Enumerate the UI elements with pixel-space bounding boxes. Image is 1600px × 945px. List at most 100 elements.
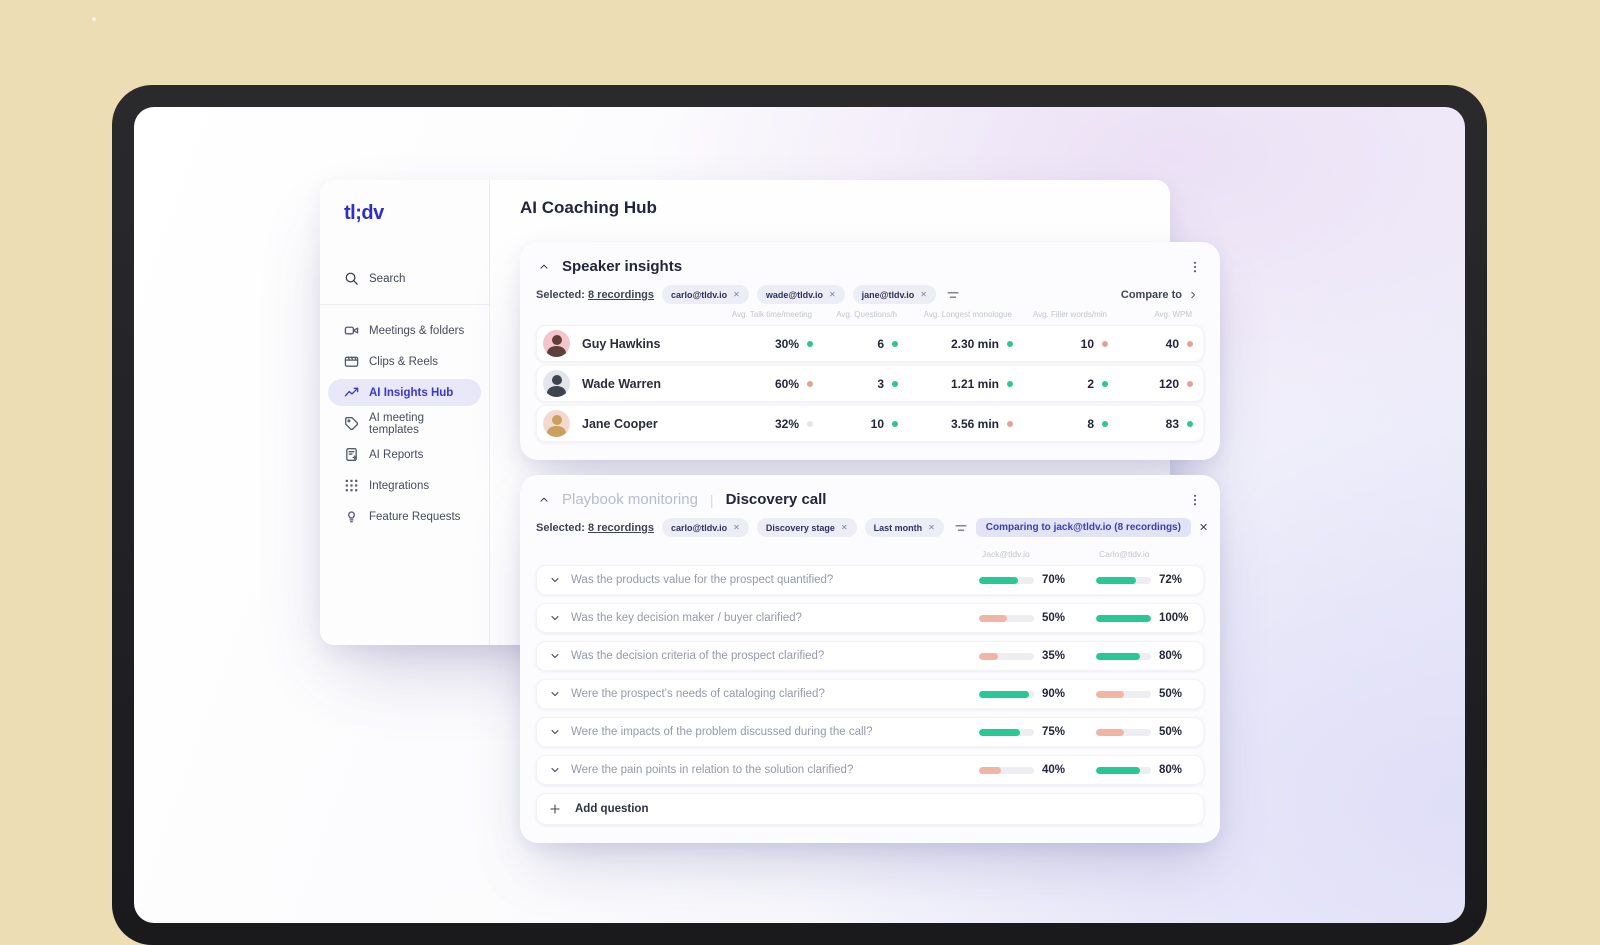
metric-cell: 3: [813, 377, 898, 391]
column-header: Jack@tldv.io: [982, 549, 1030, 559]
question-text: Were the pain points in relation to the …: [571, 764, 854, 776]
chevron-down-icon[interactable]: [549, 574, 561, 586]
score-group: 50%: [1096, 688, 1195, 700]
speaker-name: Guy Hawkins: [582, 336, 661, 351]
metric-value: 83: [1165, 416, 1179, 431]
close-icon[interactable]: ✕: [829, 290, 836, 299]
main-header: AI Coaching Hub: [520, 198, 657, 218]
sidebar-item-clips-reels[interactable]: Clips & Reels: [328, 348, 481, 375]
playbook-filters-row: Selected: 8 recordings carlo@tldv.io ✕ Dis…: [536, 518, 1208, 537]
playbook-panel-header: Playbook monitoring | Discovery call: [538, 491, 1202, 508]
chevron-down-icon[interactable]: [549, 726, 561, 738]
app-logo[interactable]: tl;dv: [344, 202, 489, 225]
add-question-button[interactable]: Add question: [536, 793, 1204, 825]
filter-icon[interactable]: [954, 521, 968, 535]
metric-value: 3.56 min: [950, 416, 999, 431]
speaker-name: Jane Cooper: [582, 416, 658, 431]
metric-value: 120: [1158, 376, 1179, 391]
question-row[interactable]: Were the pain points in relation to the …: [536, 755, 1204, 785]
filter-chip[interactable]: Discovery stage ✕: [756, 518, 857, 537]
score-value: 50%: [1042, 612, 1066, 624]
progress-bar: [979, 766, 1034, 774]
close-icon[interactable]: ✕: [841, 523, 848, 532]
close-icon[interactable]: ✕: [733, 523, 740, 532]
speaker-row[interactable]: Guy Hawkins 30% 6 2.30 min 10 40: [536, 325, 1204, 362]
panel-title: Discovery call: [725, 491, 827, 508]
question-row[interactable]: Were the prospect's needs of cataloging …: [536, 679, 1204, 709]
question-row[interactable]: Was the decision criteria of the prospec…: [536, 641, 1204, 671]
column-header: Avg. WPM: [1154, 310, 1192, 319]
metric-cell: 2.30 min: [898, 337, 1013, 351]
sidebar-item-label: AI Insights Hub: [369, 386, 454, 399]
filter-chip[interactable]: Last month ✕: [864, 518, 944, 537]
question-row[interactable]: Was the products value for the prospect …: [536, 565, 1204, 595]
close-icon[interactable]: ✕: [920, 290, 927, 299]
filter-icon[interactable]: [946, 288, 960, 302]
progress-bar: [1096, 614, 1151, 622]
progress-fill: [1096, 576, 1136, 584]
sidebar: tl;dv Search Meetings & folders Clips & R…: [320, 180, 490, 645]
sidebar-item-ai-meeting-templates[interactable]: AI meeting templates: [328, 410, 481, 437]
chip-label: Last month: [873, 522, 923, 533]
trend-line-icon: [344, 385, 359, 400]
close-icon[interactable]: ✕: [733, 290, 740, 299]
sidebar-item-ai-insights-hub[interactable]: AI Insights Hub: [328, 379, 481, 406]
avatar: [543, 410, 570, 437]
question-text: Were the prospect's needs of cataloging …: [571, 688, 825, 700]
kebab-menu-icon[interactable]: [1188, 493, 1202, 507]
sidebar-item-feature-requests[interactable]: Feature Requests: [328, 503, 481, 530]
score-value: 72%: [1159, 574, 1183, 586]
chip-label: Discovery stage: [765, 522, 835, 533]
sidebar-item-meetings-folders[interactable]: Meetings & folders: [328, 317, 481, 344]
selected-recordings-link[interactable]: 8 recordings: [588, 289, 654, 301]
metric-cell: 120: [1108, 377, 1193, 391]
selected-prefix: Selected:: [536, 521, 585, 534]
sidebar-item-integrations[interactable]: Integrations: [328, 472, 481, 499]
speaker-row[interactable]: Jane Cooper 32% 10 3.56 min 8 83: [536, 405, 1204, 442]
chevron-down-icon[interactable]: [549, 764, 561, 776]
progress-fill: [1096, 766, 1140, 774]
collapse-icon[interactable]: [538, 261, 550, 273]
column-header: Avg. Longest monologue: [923, 310, 1012, 319]
kebab-menu-icon[interactable]: [1188, 260, 1202, 274]
progress-fill: [979, 728, 1021, 736]
close-icon[interactable]: ✕: [1199, 521, 1208, 534]
filter-chip[interactable]: carlo@tldv.io ✕: [662, 518, 749, 537]
chevron-down-icon[interactable]: [549, 688, 561, 700]
score-group: 90%: [979, 688, 1078, 700]
filter-chip[interactable]: wade@tldv.io ✕: [756, 285, 845, 304]
search-icon: [344, 271, 359, 286]
question-text: Were the impacts of the problem discusse…: [571, 726, 873, 738]
metric-value: 10: [870, 416, 884, 431]
plus-icon: [549, 803, 561, 815]
search-label: Search: [369, 272, 406, 285]
score-group: 80%: [1096, 764, 1195, 776]
progress-bar: [1096, 576, 1151, 584]
progress-fill: [1096, 614, 1151, 622]
progress-fill: [1096, 728, 1124, 736]
score-group: 40%: [979, 764, 1078, 776]
filter-chip[interactable]: jane@tldv.io ✕: [852, 285, 936, 304]
comparing-chip[interactable]: Comparing to jack@tldv.io (8 recordings): [975, 518, 1191, 537]
grid-icon: [344, 478, 359, 493]
score-group: 72%: [1096, 574, 1195, 586]
collapse-icon[interactable]: [538, 494, 550, 506]
report-icon: [344, 447, 359, 462]
filter-chip[interactable]: carlo@tldv.io ✕: [662, 285, 749, 304]
progress-fill: [979, 576, 1018, 584]
question-row[interactable]: Were the impacts of the problem discusse…: [536, 717, 1204, 747]
search-button[interactable]: Search: [344, 271, 473, 286]
selected-recordings-link[interactable]: 8 recordings: [588, 522, 654, 534]
sidebar-item-ai-reports[interactable]: AI Reports: [328, 441, 481, 468]
question-text: Was the products value for the prospect …: [571, 574, 834, 586]
speaker-filters-row: Selected: 8 recordings carlo@tldv.io ✕ wad…: [536, 285, 1204, 304]
chevron-down-icon[interactable]: [549, 650, 561, 662]
question-text: Was the decision criteria of the prospec…: [571, 650, 825, 662]
sidebar-divider: [320, 304, 489, 305]
chevron-down-icon[interactable]: [549, 612, 561, 624]
compare-to-button[interactable]: Compare to: [1115, 288, 1204, 302]
close-icon[interactable]: ✕: [928, 523, 935, 532]
speaker-row[interactable]: Wade Warren 60% 3 1.21 min 2 120: [536, 365, 1204, 402]
question-row[interactable]: Was the key decision maker / buyer clari…: [536, 603, 1204, 633]
playbook-title-muted: Playbook monitoring: [562, 491, 698, 508]
